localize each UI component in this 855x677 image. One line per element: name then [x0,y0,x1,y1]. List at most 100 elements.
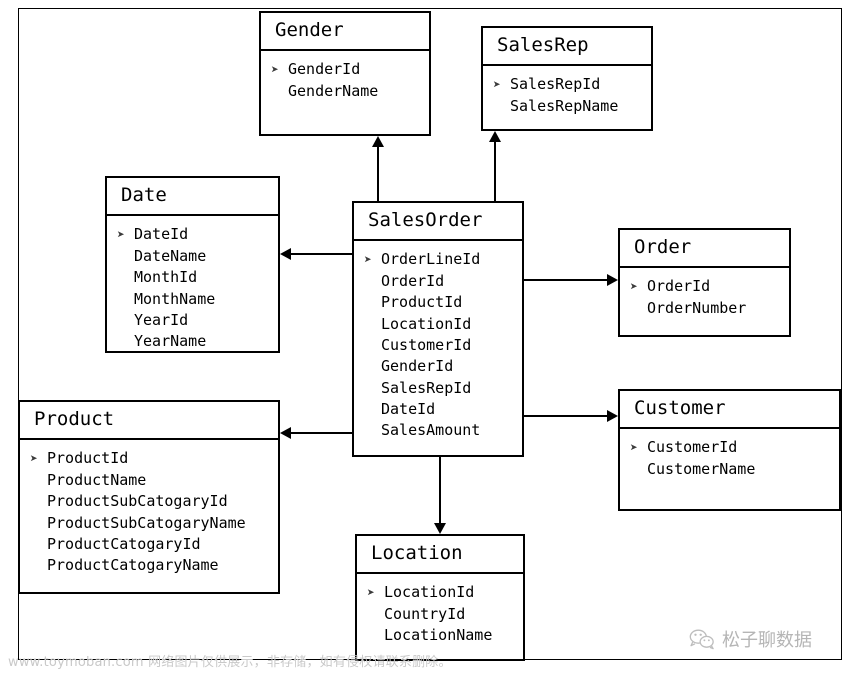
er-diagram-canvas: Gender ➤ GenderId GenderName SalesRep ➤ … [0,0,855,677]
field-row: LocationName [367,625,523,646]
field-row: ➤ SalesRepId [493,74,651,96]
primary-key-icon: ➤ [364,252,372,268]
arrowhead-customer [607,410,618,422]
field-name: ProductSubCatogaryName [47,513,246,532]
field-row: CustomerId [364,335,522,356]
field-name: DateId [381,399,436,418]
field-name: GenderId [288,59,361,78]
field-name: OrderLineId [381,249,481,268]
connector-salesorder-salesrep [494,141,496,202]
connector-salesorder-product [291,432,353,434]
primary-key-icon: ➤ [117,227,125,243]
primary-key-icon: ➤ [630,440,638,456]
field-row: ProductCatogaryName [30,555,278,576]
field-row: ➤ LocationId [367,582,523,604]
entity-title-gender: Gender [261,13,429,51]
field-name: ProductId [47,448,129,467]
entity-title-date: Date [107,178,278,216]
entity-title-salesorder: SalesOrder [354,203,522,241]
field-name: SalesRepName [510,97,619,116]
field-name: ProductCatogaryName [47,556,219,575]
connector-salesorder-customer [524,415,607,417]
entity-order[interactable]: Order ➤ OrderId OrderNumber [618,228,791,337]
channel-logo-text: 松子聊数据 [722,630,812,651]
field-name: DateId [134,224,189,243]
field-row: MonthName [117,289,278,310]
entity-gender[interactable]: Gender ➤ GenderId GenderName [259,11,431,136]
entity-title-order: Order [620,230,789,268]
arrowhead-salesrep [489,131,501,142]
field-row: ➤ ProductId [30,448,278,470]
field-name: ProductName [47,471,147,490]
field-name: LocationId [384,582,475,601]
entity-date[interactable]: Date ➤ DateId DateName MonthId MonthName… [105,176,280,353]
entity-customer[interactable]: Customer ➤ CustomerId CustomerName [618,389,841,511]
arrowhead-date [280,248,291,260]
watermark-text: www.toymoban.com 网络图片仅供展示，非存储，如有侵权请联系删除。 [8,655,452,670]
field-name: LocationId [381,314,472,333]
entity-fields-salesorder: ➤ OrderLineId OrderId ProductId Location… [354,241,522,455]
field-row: SalesRepName [493,96,651,117]
entity-title-product: Product [20,402,278,440]
channel-logo-badge: 松子聊数据 [689,620,841,658]
field-name: SalesRepId [381,378,472,397]
field-row: LocationId [364,314,522,335]
entity-title-customer: Customer [620,391,839,429]
entity-product[interactable]: Product ➤ ProductId ProductName ProductS… [18,400,280,594]
field-row: CustomerName [630,459,839,480]
field-name: GenderName [288,82,379,101]
field-row: DateName [117,246,278,267]
field-name: MonthName [134,289,216,308]
field-row: ProductId [364,292,522,313]
field-row: ProductCatogaryId [30,534,278,555]
field-row: GenderId [364,356,522,377]
field-name: ProductSubCatogaryId [47,492,228,511]
field-row: ➤ GenderId [271,59,429,81]
wechat-icon [689,628,715,650]
arrowhead-location [434,523,446,534]
entity-fields-customer: ➤ CustomerId CustomerName [620,429,839,509]
field-name: ProductId [381,293,463,312]
entity-fields-product: ➤ ProductId ProductName ProductSubCatoga… [20,440,278,592]
entity-salesrep[interactable]: SalesRep ➤ SalesRepId SalesRepName [481,26,653,131]
primary-key-icon: ➤ [493,77,501,93]
field-name: CountryId [384,605,466,624]
field-name: DateName [134,247,207,266]
arrowhead-order [607,274,618,286]
entity-title-location: Location [357,536,523,574]
field-name: LocationName [384,626,493,645]
field-name: CustomerName [647,460,756,479]
entity-location[interactable]: Location ➤ LocationId CountryId Location… [355,534,525,661]
arrowhead-gender [372,136,384,147]
field-row: OrderId [364,271,522,292]
entity-fields-date: ➤ DateId DateName MonthId MonthName Year… [107,216,278,361]
field-row: DateId [364,399,522,420]
field-row: OrderNumber [630,298,789,319]
field-row: MonthId [117,267,278,288]
field-row: ➤ OrderLineId [364,249,522,271]
field-row: ➤ CustomerId [630,437,839,459]
field-row: ProductSubCatogaryId [30,491,278,512]
primary-key-icon: ➤ [30,451,38,467]
field-name: OrderNumber [647,299,747,318]
entity-fields-location: ➤ LocationId CountryId LocationName [357,574,523,659]
field-name: MonthId [134,268,198,287]
entity-fields-order: ➤ OrderId OrderNumber [620,268,789,335]
connector-salesorder-order [524,279,607,281]
primary-key-icon: ➤ [630,279,638,295]
field-name: OrderId [647,276,711,295]
entity-fields-salesrep: ➤ SalesRepId SalesRepName [483,66,651,129]
field-row: SalesAmount [364,420,522,441]
field-row: ProductName [30,470,278,491]
field-row: ➤ DateId [117,224,278,246]
primary-key-icon: ➤ [271,62,279,78]
field-row: ➤ OrderId [630,276,789,298]
field-name: SalesAmount [381,421,481,440]
field-name: CustomerId [647,437,738,456]
connector-salesorder-date [291,253,353,255]
field-name: YearId [134,311,189,330]
field-name: OrderId [381,272,445,291]
field-name: YearName [134,332,207,351]
field-name: ProductCatogaryId [47,535,201,554]
entity-salesorder[interactable]: SalesOrder ➤ OrderLineId OrderId Product… [352,201,524,457]
